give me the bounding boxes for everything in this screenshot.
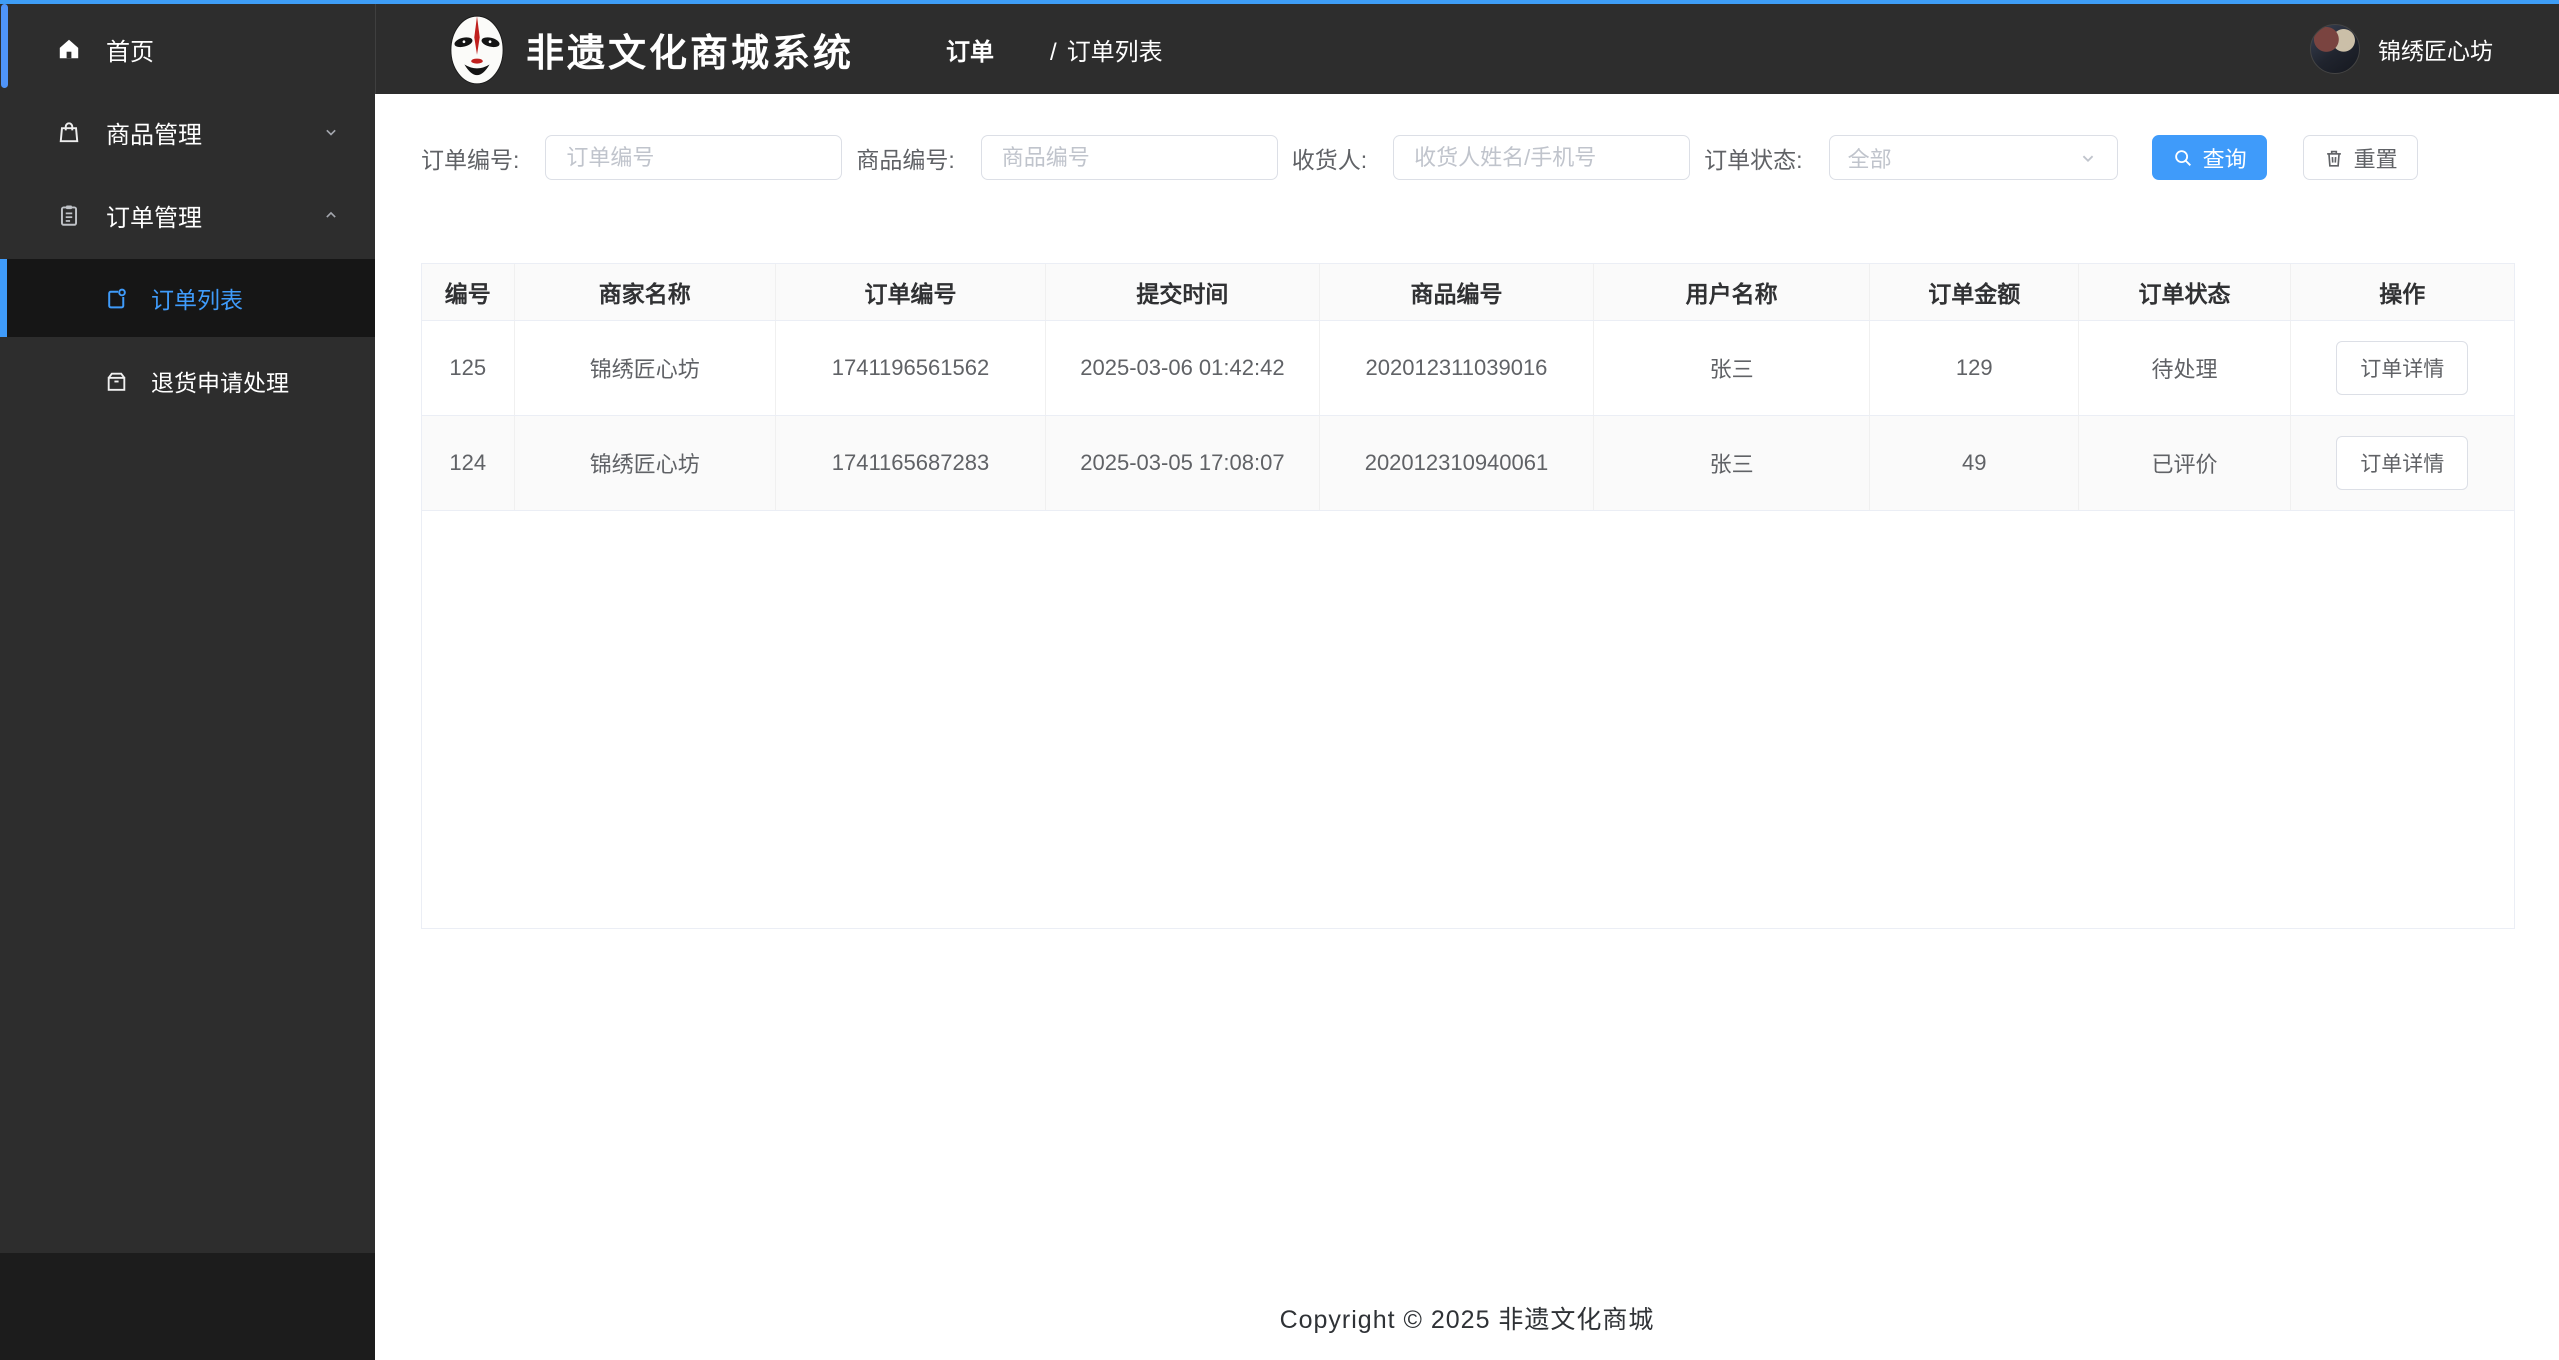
cell-user: 张三 — [1593, 320, 1871, 416]
product-no-input[interactable] — [980, 135, 1278, 180]
sidebar-menu: 首页 商品管理 订单管理 订单列表 退货申请处理 — [0, 4, 375, 420]
cell-amount: 49 — [1869, 415, 2080, 511]
search-button-label: 查询 — [2202, 146, 2247, 172]
avatar[interactable] — [2310, 24, 2360, 74]
col-header-status: 订单状态 — [2078, 264, 2291, 321]
sidebar-item-order-management[interactable]: 订单管理 — [0, 176, 375, 254]
top-accent-strip — [0, 0, 2559, 4]
col-header-order-no: 订单编号 — [775, 264, 1046, 321]
col-header-product-no: 商品编号 — [1319, 264, 1595, 321]
table-row: 125 锦绣匠心坊 1741196561562 2025-03-06 01:42… — [422, 320, 2514, 416]
sidebar: 首页 商品管理 订单管理 订单列表 退货申请处理 — [0, 4, 375, 1360]
cell-actions: 订单详情 — [2290, 320, 2514, 416]
sidebar-item-home[interactable]: 首页 — [0, 10, 375, 88]
search-icon — [2174, 149, 2191, 166]
product-no-label: 商品编号: — [856, 146, 955, 173]
app-title: 非遗文化商城系统 — [526, 32, 855, 75]
filter-field-order-no: 订单编号: — [421, 135, 843, 180]
order-status-label: 订单状态: — [1704, 146, 1803, 173]
cell-merchant: 锦绣匠心坊 — [514, 320, 777, 416]
trash-icon — [2326, 150, 2341, 167]
breadcrumb-page: 订单列表 — [1066, 38, 1163, 66]
consignee-input[interactable] — [1393, 135, 1691, 180]
cell-id: 124 — [422, 415, 515, 511]
footer-copyright: Copyright © 2025 非遗文化商城 — [1279, 1306, 1655, 1334]
sidebar-collapse-area[interactable] — [0, 1253, 375, 1360]
table-row: 124 锦绣匠心坊 1741165687283 2025-03-05 17:08… — [422, 415, 2514, 511]
user-menu[interactable]: 锦绣匠心坊 — [2310, 24, 2493, 74]
breadcrumb-current: / 订单列表 — [1050, 32, 1163, 67]
col-header-actions: 操作 — [2290, 264, 2514, 321]
col-header-amount: 订单金额 — [1869, 264, 2080, 321]
order-detail-button[interactable]: 订单详情 — [2336, 340, 2469, 395]
cell-product-no: 202012310940061 — [1319, 415, 1595, 511]
sidebar-scrollbar-thumb[interactable] — [1, 4, 8, 88]
sidebar-item-label: 商品管理 — [106, 121, 202, 149]
cell-id: 125 — [422, 320, 515, 416]
cell-amount: 129 — [1869, 320, 2080, 416]
order-status-select[interactable]: 全部 — [1828, 135, 2118, 180]
sidebar-item-return-requests[interactable]: 退货申请处理 — [0, 342, 375, 420]
cell-merchant: 锦绣匠心坊 — [514, 415, 777, 511]
orders-table-panel: 编号 商家名称 订单编号 提交时间 商品编号 用户名称 订单金额 订单状态 操作… — [421, 263, 2515, 929]
consignee-label: 收货人: — [1291, 146, 1368, 173]
order-list-icon — [108, 288, 126, 308]
sidebar-item-label: 订单管理 — [106, 204, 202, 232]
cell-order-no: 1741196561562 — [775, 320, 1046, 416]
package-box-icon — [107, 372, 126, 391]
filter-field-consignee: 收货人: — [1291, 135, 1691, 180]
cell-order-no: 1741165687283 — [775, 415, 1046, 511]
cell-submit-time: 2025-03-05 17:08:07 — [1045, 415, 1320, 511]
breadcrumb-separator: / — [1050, 38, 1057, 66]
home-icon — [59, 39, 79, 59]
col-header-id: 编号 — [422, 264, 515, 321]
chevron-down-icon — [326, 129, 336, 136]
col-header-submit-time: 提交时间 — [1045, 264, 1320, 321]
chevron-up-icon — [326, 211, 336, 218]
cell-submit-time: 2025-03-06 01:42:42 — [1045, 320, 1320, 416]
cell-actions: 订单详情 — [2290, 415, 2514, 511]
shopping-bag-icon — [59, 122, 79, 143]
search-button[interactable]: 查询 — [2151, 135, 2267, 180]
opera-mask-logo — [450, 15, 504, 85]
filter-bar: 订单编号: 商品编号: 收货人: 订单状态: 全部 查询 — [421, 135, 2418, 180]
breadcrumb-section[interactable]: 订单 — [946, 32, 994, 67]
header: 非遗文化商城系统 订单 / 订单列表 锦绣匠心坊 — [375, 4, 2559, 94]
col-header-user: 用户名称 — [1593, 264, 1871, 321]
order-no-label: 订单编号: — [421, 146, 520, 173]
breadcrumb: 订单 / 订单列表 — [946, 32, 1163, 67]
order-detail-button[interactable]: 订单详情 — [2336, 435, 2469, 490]
sidebar-item-label: 订单列表 — [151, 287, 243, 313]
col-header-merchant: 商家名称 — [514, 264, 777, 321]
sidebar-item-label: 首页 — [106, 38, 154, 66]
order-status-value: 全部 — [1847, 146, 1892, 172]
sidebar-item-order-list[interactable]: 订单列表 — [0, 259, 375, 337]
reset-button[interactable]: 重置 — [2302, 135, 2418, 180]
user-name: 锦绣匠心坊 — [2378, 38, 2493, 64]
main-content: 订单编号: 商品编号: 收货人: 订单状态: 全部 查询 — [375, 94, 2559, 1360]
filter-field-order-status: 订单状态: 全部 — [1704, 135, 2118, 180]
order-no-input[interactable] — [545, 135, 843, 180]
clipboard-icon — [60, 205, 78, 226]
cell-status: 待处理 — [2078, 320, 2291, 416]
cell-product-no: 202012311039016 — [1319, 320, 1595, 416]
filter-field-product-no: 商品编号: — [856, 135, 1278, 180]
reset-button-label: 重置 — [2353, 146, 2398, 172]
cell-user: 张三 — [1593, 415, 1871, 511]
cell-status: 已评价 — [2078, 415, 2291, 511]
table-header-row: 编号 商家名称 订单编号 提交时间 商品编号 用户名称 订单金额 订单状态 操作 — [422, 264, 2514, 321]
orders-table: 编号 商家名称 订单编号 提交时间 商品编号 用户名称 订单金额 订单状态 操作… — [422, 264, 2514, 511]
sidebar-item-label: 退货申请处理 — [151, 370, 289, 396]
sidebar-item-product-management[interactable]: 商品管理 — [0, 93, 375, 171]
chevron-down-icon — [2082, 155, 2093, 162]
